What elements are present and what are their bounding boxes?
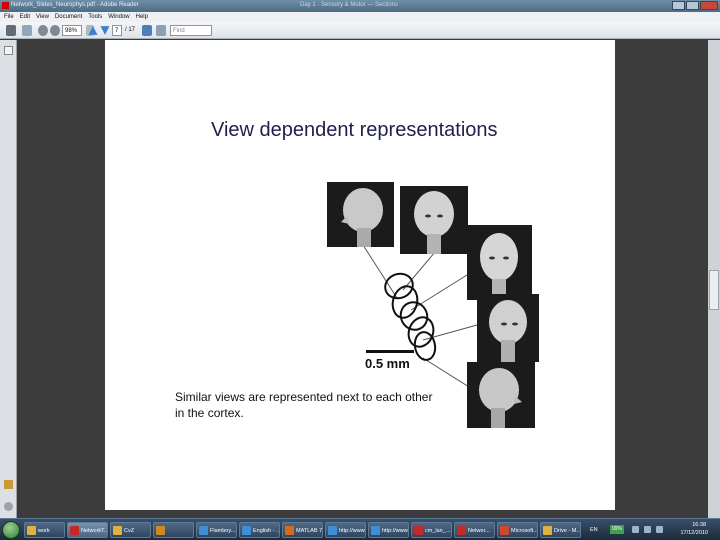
taskbar-task[interactable]: English - ... xyxy=(239,522,280,538)
head-image-right-profile xyxy=(467,362,535,428)
clock-date[interactable]: 17/12/2010 xyxy=(680,530,708,536)
head-image-left-profile xyxy=(327,182,394,247)
navigation-pane xyxy=(0,40,17,518)
adobe-reader-icon xyxy=(2,2,9,9)
folder-icon xyxy=(543,526,552,535)
taskbar-task[interactable]: http://www... xyxy=(368,522,409,538)
zoom-out-icon[interactable] xyxy=(38,25,48,36)
taskbar-task-label: Microsoft... xyxy=(511,528,538,534)
menu-tools[interactable]: Tools xyxy=(88,14,102,20)
taskbar-task-label: Networ... xyxy=(468,528,490,534)
adobe-icon xyxy=(70,526,79,535)
taskbar-task[interactable]: Microsoft... xyxy=(497,522,538,538)
ie-icon xyxy=(328,526,337,535)
menu-document[interactable]: Document xyxy=(55,14,82,20)
toolbar: 98% 7 / 17 Find xyxy=(0,22,720,39)
page-total: / 17 xyxy=(125,27,136,33)
taskbar-task-label: English - ... xyxy=(253,528,280,534)
head-image-frontal xyxy=(467,225,532,300)
title-bar: Network_Slides_Neurophys.pdf - Adobe Rea… xyxy=(0,0,720,12)
folder-icon xyxy=(27,526,36,535)
page-number-input[interactable]: 7 xyxy=(112,25,122,36)
comments-icon[interactable] xyxy=(4,480,13,489)
taskbar-task[interactable]: http://www... xyxy=(325,522,366,538)
taskbar-task[interactable]: Flamboy... xyxy=(196,522,237,538)
slide-caption: Similar views are represented next to ea… xyxy=(175,390,433,420)
minimize-button[interactable] xyxy=(672,1,685,10)
taskbar-task[interactable] xyxy=(153,522,194,538)
head-image-three-quarter-left xyxy=(400,186,468,254)
taskbar-task-label: http://www... xyxy=(339,528,366,534)
email-icon[interactable] xyxy=(22,25,32,36)
menu-bar: File Edit View Document Tools Window Hel… xyxy=(0,12,720,22)
find-input[interactable]: Find xyxy=(170,25,212,36)
taskbar-task[interactable]: CvZ xyxy=(110,522,151,538)
scale-label: 0.5 mm xyxy=(365,356,410,371)
window-title: Network_Slides_Neurophys.pdf - Adobe Rea… xyxy=(11,2,139,8)
scrollbar-thumb[interactable] xyxy=(709,270,719,310)
print-icon[interactable] xyxy=(6,25,16,36)
adobe-icon xyxy=(457,526,466,535)
menu-view[interactable]: View xyxy=(36,14,49,20)
scale-bar xyxy=(366,350,414,353)
vertical-scrollbar[interactable] xyxy=(708,40,720,518)
cortex-diagram xyxy=(362,244,484,393)
office-icon xyxy=(500,526,509,535)
taskbar-task-label: Drive - M... xyxy=(554,528,581,534)
taskbar-task[interactable]: cm_lan_... xyxy=(411,522,452,538)
language-indicator[interactable]: EN xyxy=(590,527,598,533)
taskbar-task-label: http://www... xyxy=(382,528,409,534)
network-icon[interactable] xyxy=(632,526,639,533)
ie-icon xyxy=(371,526,380,535)
media-icon xyxy=(156,526,165,535)
page-layout-icon[interactable] xyxy=(156,25,166,36)
save-icon[interactable] xyxy=(142,25,152,36)
taskbar-task-label: cm_lan_... xyxy=(425,528,451,534)
matlab-icon xyxy=(285,526,294,535)
zoom-in-icon[interactable] xyxy=(50,25,60,36)
close-button[interactable] xyxy=(700,1,718,10)
taskbar-task[interactable]: Drive - M... xyxy=(540,522,581,538)
window-center-title: Day 1 · Sensory & Motor — Sections xyxy=(300,2,399,8)
flag-icon[interactable] xyxy=(656,526,663,533)
next-page-icon[interactable] xyxy=(100,26,110,35)
maximize-button[interactable] xyxy=(686,1,699,10)
battery-icon[interactable]: 99% xyxy=(610,525,624,534)
window-controls xyxy=(672,1,718,10)
taskbar-task-label: CvZ xyxy=(124,528,135,534)
taskbar-task-label: work xyxy=(38,528,50,534)
taskbar-task[interactable]: work xyxy=(24,522,65,538)
clock-time[interactable]: 16:38 xyxy=(692,522,706,528)
ie-icon xyxy=(199,526,208,535)
zoom-input[interactable]: 98% xyxy=(62,25,82,36)
taskbar-task-label: NetworkT... xyxy=(81,528,108,534)
head-image-three-quarter-right xyxy=(477,294,539,362)
start-button[interactable] xyxy=(2,521,20,539)
document-area: View dependent representations 0.5 mm Si… xyxy=(18,40,708,518)
menu-file[interactable]: File xyxy=(4,14,14,20)
taskbar-task[interactable]: MATLAB 7... xyxy=(282,522,323,538)
attachments-icon[interactable] xyxy=(4,502,13,511)
taskbar: work NetworkT... CvZ Flamboy... English - ..… xyxy=(0,518,720,540)
menu-help[interactable]: Help xyxy=(136,14,148,20)
menu-edit[interactable]: Edit xyxy=(20,14,30,20)
taskbar-task[interactable]: Networ... xyxy=(454,522,495,538)
pdf-icon xyxy=(414,526,423,535)
menu-window[interactable]: Window xyxy=(108,14,129,20)
system-tray: EN 99% 16:38 17/12/2010 xyxy=(590,521,720,539)
taskbar-task-label: Flamboy... xyxy=(210,528,236,534)
pages-thumbnail-icon[interactable] xyxy=(4,46,13,55)
taskbar-task[interactable]: NetworkT... xyxy=(67,522,108,538)
orientation-columns xyxy=(384,272,437,361)
volume-icon[interactable] xyxy=(644,526,651,533)
folder-icon xyxy=(113,526,122,535)
ie-icon xyxy=(242,526,251,535)
taskbar-task-label: MATLAB 7... xyxy=(296,528,323,534)
pdf-page: View dependent representations 0.5 mm Si… xyxy=(105,40,615,510)
